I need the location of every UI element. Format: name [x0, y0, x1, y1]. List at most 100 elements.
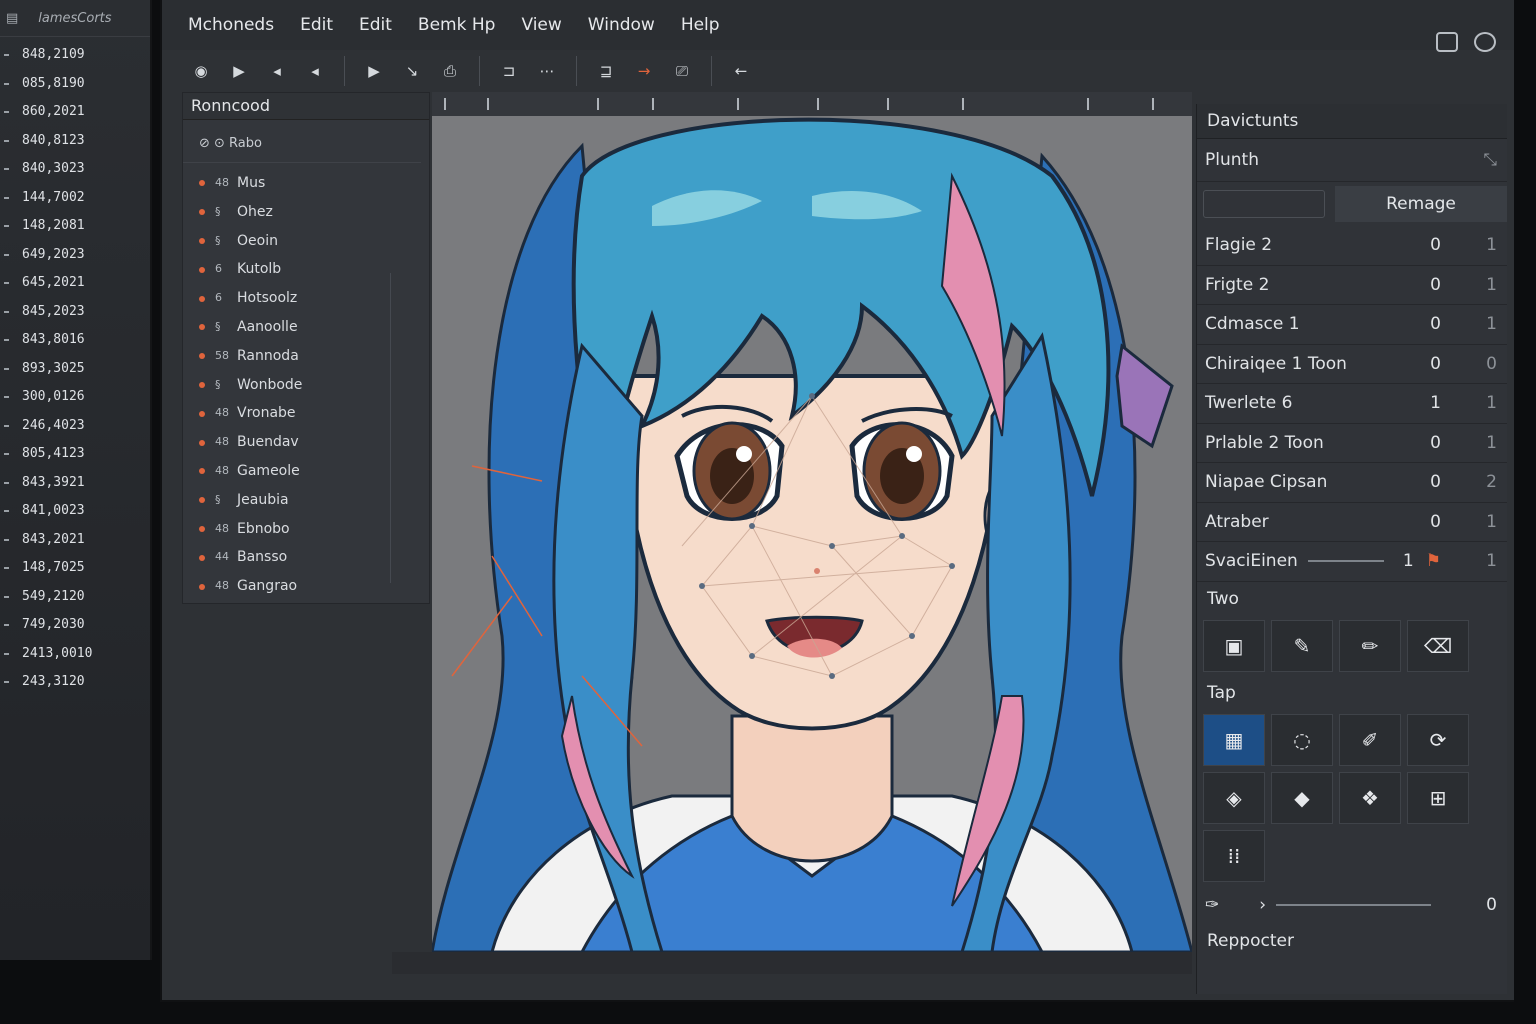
arrow-left-icon[interactable]: ←	[724, 56, 758, 86]
left-panel-item[interactable]: 845,2023	[0, 298, 150, 327]
pencil-tool-icon[interactable]: ✏	[1339, 619, 1401, 672]
property-value[interactable]: 0	[1401, 314, 1441, 334]
left-panel-item[interactable]: 843,8016	[0, 326, 150, 355]
left-panel-item[interactable]: 860,2021	[0, 98, 150, 127]
layer-item[interactable]: § Ohez	[191, 198, 429, 227]
back-icon[interactable]: ◂	[298, 56, 332, 86]
left-panel-item[interactable]: 300,0126	[0, 383, 150, 412]
brush-tool-icon[interactable]: ✎	[1271, 619, 1333, 672]
drawing-canvas[interactable]	[432, 116, 1192, 952]
select-tool-icon[interactable]: ▦	[1203, 713, 1265, 766]
left-panel-item[interactable]: 085,8190	[0, 70, 150, 99]
menu-edit[interactable]: Edit	[300, 15, 333, 35]
grid-tool-icon[interactable]: ⁞⁞	[1203, 829, 1265, 882]
property-row[interactable]: Prlable 2 Toon 0 1	[1197, 424, 1507, 463]
layer-visibility-icon[interactable]	[199, 468, 205, 475]
layers-scrollbar[interactable]	[390, 273, 403, 583]
layer-visibility-icon[interactable]	[199, 583, 205, 590]
export-icon[interactable]: ⊒	[589, 56, 623, 86]
left-panel-item[interactable]: 148,7025	[0, 554, 150, 583]
layer-visibility-icon[interactable]	[199, 554, 205, 561]
slider-flag-icon[interactable]: ⚑	[1426, 551, 1441, 571]
canvas-horizontal-scrollbar[interactable]	[392, 952, 1192, 974]
record-icon[interactable]: ◉	[184, 56, 218, 86]
left-panel-item[interactable]: 645,2021	[0, 269, 150, 298]
arrow-right-icon[interactable]: →	[627, 56, 661, 86]
left-panel-item[interactable]: 148,2081	[0, 212, 150, 241]
left-panel-item[interactable]: 840,8123	[0, 127, 150, 156]
layer-visibility-icon[interactable]	[199, 497, 205, 504]
left-panel-item[interactable]: 805,4123	[0, 440, 150, 469]
property-row[interactable]: Atraber 0 1	[1197, 503, 1507, 542]
property-value-secondary[interactable]: 0	[1441, 354, 1507, 374]
print-icon[interactable]: ⎚	[665, 56, 699, 86]
image-tool-icon[interactable]: ▣	[1203, 619, 1265, 672]
prev-icon[interactable]: ◂	[260, 56, 294, 86]
property-value-secondary[interactable]: 1	[1441, 512, 1507, 532]
property-value[interactable]: 0	[1401, 235, 1441, 255]
camera-icon[interactable]: ⎙	[433, 56, 467, 86]
left-panel-item[interactable]: 549,2120	[0, 583, 150, 612]
collapse-icon[interactable]: ⤡	[1441, 150, 1507, 170]
property-row[interactable]: Flagie 2 01	[1197, 226, 1507, 266]
left-panel-item[interactable]: 246,4023	[0, 412, 150, 441]
bottom-slider[interactable]	[1276, 903, 1431, 906]
play-icon[interactable]: ▶	[222, 56, 256, 86]
layer-visibility-icon[interactable]	[199, 410, 205, 417]
layers-tool-icon[interactable]: ❖	[1339, 771, 1401, 824]
transform-tool-icon[interactable]: ⊞	[1407, 771, 1469, 824]
menu-help[interactable]: Help	[681, 15, 720, 35]
left-panel-item[interactable]: 841,0023	[0, 497, 150, 526]
remage-field[interactable]	[1203, 190, 1325, 218]
layer-visibility-icon[interactable]	[199, 295, 205, 302]
left-panel-item[interactable]: 848,2109	[0, 41, 150, 70]
left-panel-item[interactable]: 243,3120	[0, 668, 150, 697]
property-value-secondary[interactable]: 1	[1441, 275, 1507, 295]
left-panel-item[interactable]: 2413,0010	[0, 640, 150, 669]
property-row[interactable]: Twerlete 6 11	[1197, 384, 1507, 424]
drop-tool-icon[interactable]: ◆	[1271, 771, 1333, 824]
left-panel-item[interactable]: 843,3921	[0, 469, 150, 498]
property-slider[interactable]	[1307, 560, 1384, 563]
remage-button[interactable]: Remage	[1335, 186, 1507, 222]
frame-icon[interactable]: ⊐	[492, 56, 526, 86]
menu-edit-2[interactable]: Edit	[359, 15, 392, 35]
keyframe-icon[interactable]: ⋯	[530, 56, 564, 86]
layer-visibility-icon[interactable]	[199, 439, 205, 446]
rotate-tool-icon[interactable]: ⟳	[1407, 713, 1469, 766]
property-row[interactable]: Niapae Cipsan 0 2	[1197, 463, 1507, 503]
layer-visibility-icon[interactable]	[199, 209, 205, 216]
pen-icon[interactable]: ↘	[395, 56, 429, 86]
menu-view[interactable]: View	[521, 15, 561, 35]
eraser-tool-icon[interactable]: ⌫	[1407, 619, 1469, 672]
account-icon[interactable]	[1474, 32, 1496, 52]
menu-bemk[interactable]: Bemk Hp	[418, 15, 496, 35]
left-panel-item[interactable]: 144,7002	[0, 184, 150, 213]
layer-visibility-icon[interactable]	[199, 324, 205, 331]
property-row[interactable]: Chiraiqee 1 Toon 0 0	[1197, 345, 1507, 384]
property-value-secondary[interactable]: 1	[1441, 433, 1507, 453]
layer-item[interactable]: 48 Mus	[191, 169, 429, 198]
layer-visibility-icon[interactable]	[199, 353, 205, 360]
property-value[interactable]: 0	[1401, 472, 1441, 492]
layer-visibility-icon[interactable]	[199, 180, 205, 187]
lasso-tool-icon[interactable]: ◌	[1271, 713, 1333, 766]
fill-tool-icon[interactable]: ◈	[1203, 771, 1265, 824]
left-panel-item[interactable]: 749,2030	[0, 611, 150, 640]
property-row[interactable]: Cdmasce 1 01	[1197, 305, 1507, 345]
property-value[interactable]: 0	[1401, 275, 1441, 295]
property-value-secondary[interactable]: 1	[1441, 393, 1507, 413]
property-value[interactable]: 1	[1401, 393, 1441, 413]
layer-visibility-icon[interactable]	[199, 266, 205, 273]
property-value-secondary[interactable]: 2	[1441, 472, 1507, 492]
layer-visibility-icon[interactable]	[199, 381, 205, 388]
left-panel-item[interactable]: 843,2021	[0, 526, 150, 555]
left-panel-item[interactable]: 649,2023	[0, 241, 150, 270]
dropper-icon[interactable]: ✑	[1205, 895, 1219, 915]
chevron-right-icon[interactable]: ›	[1259, 895, 1266, 915]
left-panel-item[interactable]: 893,3025	[0, 355, 150, 384]
layer-visibility-icon[interactable]	[199, 237, 205, 244]
left-panel-item[interactable]: 840,3023	[0, 155, 150, 184]
property-value[interactable]: 0	[1401, 433, 1441, 453]
paint-tool-icon[interactable]: ✐	[1339, 713, 1401, 766]
